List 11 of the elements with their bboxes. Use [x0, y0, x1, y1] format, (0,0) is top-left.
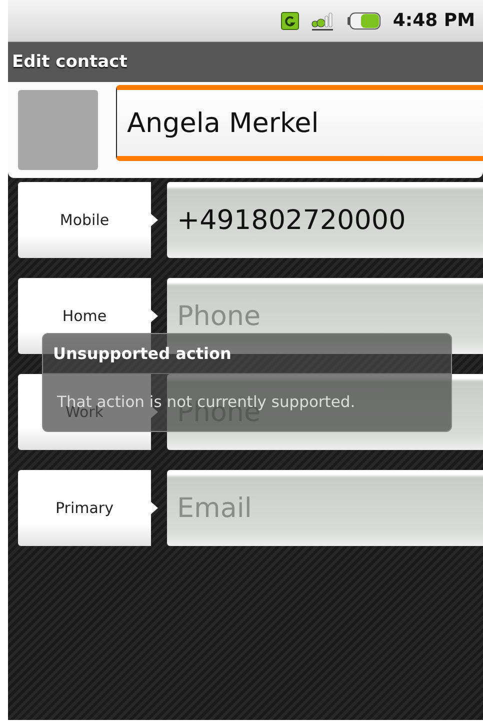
status-time: 4:48 PM	[392, 10, 475, 31]
network-type-icon	[280, 12, 299, 30]
name-field[interactable]: Angela Merkel	[116, 85, 483, 161]
input-field[interactable]: +491802720000	[167, 182, 483, 258]
toast-title: Unsupported action	[43, 334, 451, 374]
type-button[interactable]: Mobile	[18, 182, 158, 258]
type-button[interactable]: Primary	[18, 470, 158, 546]
battery-icon	[346, 12, 381, 30]
contact-photo[interactable]	[18, 90, 98, 170]
signal-icon	[310, 10, 335, 30]
window-title: Edit contact	[12, 52, 128, 72]
